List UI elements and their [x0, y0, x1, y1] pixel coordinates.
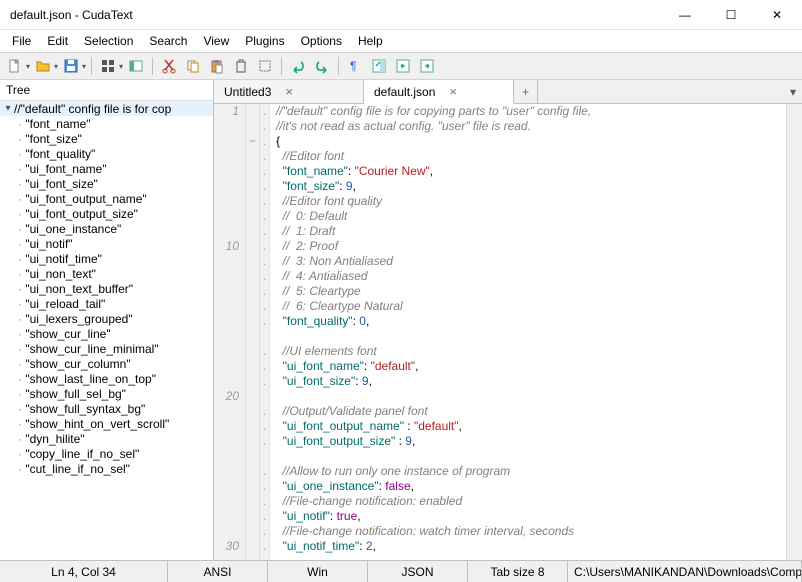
tree-item[interactable]: "show_full_syntax_bg"	[0, 401, 213, 416]
tree-item[interactable]: "cut_line_if_no_sel"	[0, 461, 213, 476]
tree-item[interactable]: "ui_font_size"	[0, 176, 213, 191]
window-title: default.json - CudaText	[10, 8, 662, 22]
tree-item[interactable]: "ui_notif"	[0, 236, 213, 251]
save-dropdown-icon[interactable]: ▾	[82, 62, 86, 71]
copy-button[interactable]	[182, 55, 204, 77]
separator	[281, 57, 282, 75]
status-filepath: C:\Users\MANIKANDAN\Downloads\Compres	[568, 561, 802, 582]
tree-item[interactable]: "ui_font_output_size"	[0, 206, 213, 221]
fold-gutter[interactable]: −	[246, 104, 260, 560]
tab-default-json[interactable]: default.json ×	[364, 80, 514, 104]
tree-item[interactable]: "dyn_hilite"	[0, 431, 213, 446]
tree-panel: Tree ▾//"default" config file is for cop…	[0, 80, 214, 560]
tree-item[interactable]: "ui_non_text_buffer"	[0, 281, 213, 296]
select-all-button[interactable]	[254, 55, 276, 77]
main-area: Tree ▾//"default" config file is for cop…	[0, 80, 802, 560]
open-file-button[interactable]	[32, 55, 54, 77]
menu-selection[interactable]: Selection	[76, 32, 141, 50]
tree-item[interactable]: "ui_notif_time"	[0, 251, 213, 266]
menu-view[interactable]: View	[195, 32, 237, 50]
tree-item[interactable]: "show_last_line_on_top"	[0, 371, 213, 386]
titlebar: default.json - CudaText — ☐ ✕	[0, 0, 802, 30]
tree-item[interactable]: "ui_font_name"	[0, 161, 213, 176]
tree-item[interactable]: "ui_font_output_name"	[0, 191, 213, 206]
svg-text:¶: ¶	[350, 59, 356, 73]
status-lexer[interactable]: JSON	[368, 561, 468, 582]
line-number-gutter[interactable]: 1102030	[214, 104, 246, 560]
maximize-button[interactable]: ☐	[708, 0, 754, 30]
menu-file[interactable]: File	[4, 32, 39, 50]
code-editor[interactable]: 1102030 − ............... ... ... ......…	[214, 104, 802, 560]
tree-item[interactable]: "copy_line_if_no_sel"	[0, 446, 213, 461]
tab-close-icon[interactable]: ×	[449, 84, 457, 99]
status-encoding[interactable]: ANSI	[168, 561, 268, 582]
delete-button[interactable]	[230, 55, 252, 77]
sidebar-button[interactable]	[125, 55, 147, 77]
new-tab-button[interactable]: +	[514, 80, 538, 103]
tree-item[interactable]: "show_full_sel_bg"	[0, 386, 213, 401]
save-button[interactable]	[60, 55, 82, 77]
menu-options[interactable]: Options	[293, 32, 350, 50]
tree-item[interactable]: "font_name"	[0, 116, 213, 131]
groups-dropdown-icon[interactable]: ▾	[119, 62, 123, 71]
tab-label: default.json	[374, 85, 435, 99]
tree-body[interactable]: ▾//"default" config file is for cop"font…	[0, 101, 213, 560]
vertical-scrollbar[interactable]	[786, 104, 802, 560]
new-file-button[interactable]	[4, 55, 26, 77]
tab-close-icon[interactable]: ×	[285, 84, 293, 99]
open-dropdown-icon[interactable]: ▾	[54, 62, 58, 71]
minimap-button[interactable]	[368, 55, 390, 77]
menu-edit[interactable]: Edit	[39, 32, 76, 50]
statusbar: Ln 4, Col 34 ANSI Win JSON Tab size 8 C:…	[0, 560, 802, 582]
undo-button[interactable]	[287, 55, 309, 77]
tree-item[interactable]: "font_size"	[0, 131, 213, 146]
separator	[152, 57, 153, 75]
tree-item[interactable]: "ui_reload_tail"	[0, 296, 213, 311]
cut-button[interactable]	[158, 55, 180, 77]
toolbar: ▾ ▾ ▾ ▾ ¶	[0, 52, 802, 80]
tabs-menu-icon[interactable]: ▾	[784, 80, 802, 103]
menu-help[interactable]: Help	[350, 32, 391, 50]
separator	[91, 57, 92, 75]
tabs: Untitled3 × default.json × + ▾	[214, 80, 802, 104]
new-dropdown-icon[interactable]: ▾	[26, 62, 30, 71]
status-position[interactable]: Ln 4, Col 34	[0, 561, 168, 582]
editor-area: Untitled3 × default.json × + ▾ 1102030 − ....…	[214, 80, 802, 560]
tree-header: Tree	[0, 80, 213, 101]
menubar: FileEditSelectionSearchViewPluginsOption…	[0, 30, 802, 52]
status-tabsize[interactable]: Tab size 8	[468, 561, 568, 582]
menu-plugins[interactable]: Plugins	[237, 32, 292, 50]
tab-label: Untitled3	[224, 85, 271, 99]
unprinted-button[interactable]: ¶	[344, 55, 366, 77]
tree-item[interactable]: "show_cur_line"	[0, 326, 213, 341]
tree-item[interactable]: "show_cur_column"	[0, 356, 213, 371]
tab-untitled3[interactable]: Untitled3 ×	[214, 80, 364, 103]
marks-gutter: ............... ... ... ......	[260, 104, 270, 560]
indent-left-button[interactable]	[392, 55, 414, 77]
tree-item[interactable]: "show_cur_line_minimal"	[0, 341, 213, 356]
groups-button[interactable]	[97, 55, 119, 77]
minimize-button[interactable]: —	[662, 0, 708, 30]
code-content[interactable]: //"default" config file is for copying p…	[270, 104, 786, 560]
tree-item[interactable]: "ui_non_text"	[0, 266, 213, 281]
menu-search[interactable]: Search	[141, 32, 195, 50]
paste-button[interactable]	[206, 55, 228, 77]
tree-item[interactable]: "show_hint_on_vert_scroll"	[0, 416, 213, 431]
tree-item[interactable]: "font_quality"	[0, 146, 213, 161]
tree-item[interactable]: "ui_lexers_grouped"	[0, 311, 213, 326]
close-button[interactable]: ✕	[754, 0, 800, 30]
separator	[338, 57, 339, 75]
tree-root[interactable]: ▾//"default" config file is for cop	[0, 101, 213, 116]
indent-right-button[interactable]	[416, 55, 438, 77]
status-line-ends[interactable]: Win	[268, 561, 368, 582]
tree-item[interactable]: "ui_one_instance"	[0, 221, 213, 236]
redo-button[interactable]	[311, 55, 333, 77]
